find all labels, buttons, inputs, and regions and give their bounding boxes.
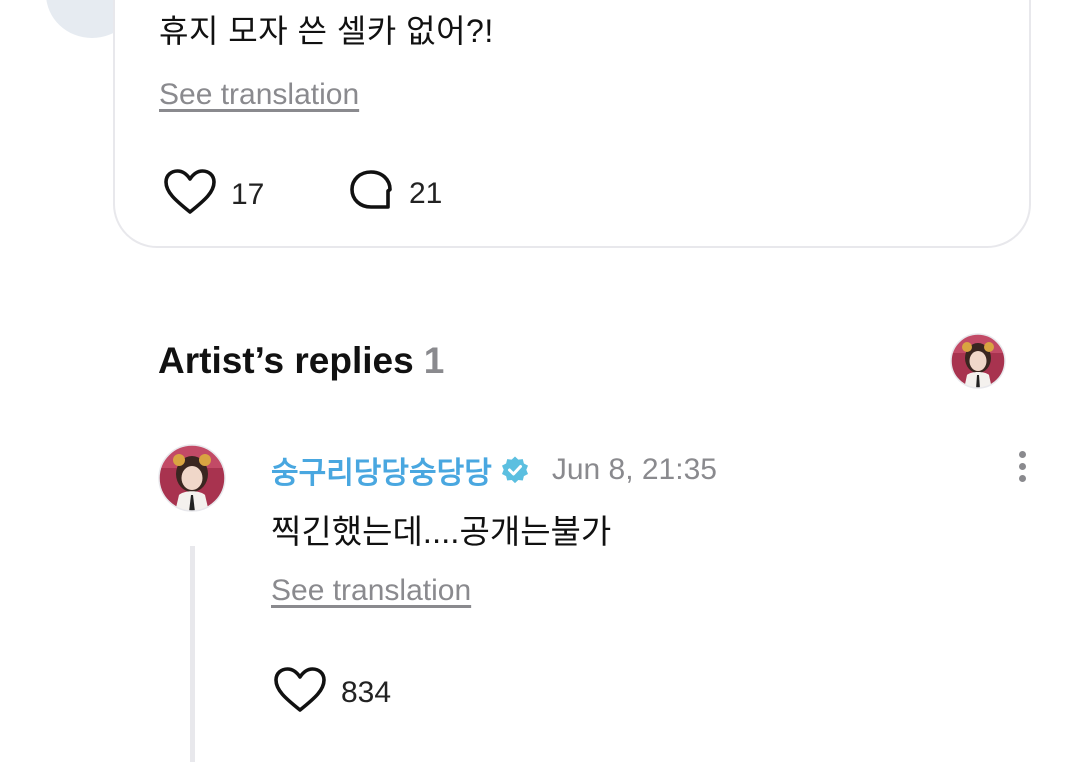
like-count: 17 <box>231 177 265 211</box>
reply-timestamp: Jun 8, 21:35 <box>551 453 717 486</box>
fan-post-card: 휴지 모자 쓴 셀카 없어?! See translation 17 21 <box>113 0 1031 248</box>
reply-thread-line <box>190 546 195 762</box>
comment-button[interactable]: 21 <box>347 168 442 219</box>
heart-outline-icon <box>273 666 327 719</box>
artist-replies-title: Artist’s replies <box>158 340 414 381</box>
verified-badge-icon <box>500 455 530 485</box>
more-options-button[interactable] <box>1008 448 1036 488</box>
heart-outline-icon <box>163 168 217 221</box>
more-vertical-icon-dot <box>1018 475 1026 482</box>
artist-name[interactable]: 숭구리당당숭당당 <box>271 448 492 492</box>
artist-avatar-small[interactable] <box>950 333 1006 389</box>
post-detail-screen: 휴지 모자 쓴 셀카 없어?! See translation 17 21 Ar… <box>0 0 1080 762</box>
reply-like-count: 834 <box>341 675 392 709</box>
more-vertical-icon-dot <box>1018 463 1026 470</box>
more-vertical-icon <box>1018 451 1026 458</box>
see-translation-link[interactable]: See translation <box>159 78 359 112</box>
like-button[interactable]: 17 <box>163 168 264 221</box>
speech-bubble-icon <box>347 168 395 219</box>
reply-see-translation-link[interactable]: See translation <box>271 574 471 608</box>
reply-text: 찍긴했는데....공개는불가 <box>271 513 612 550</box>
artist-avatar[interactable] <box>158 444 226 512</box>
artist-replies-count: 1 <box>423 340 445 381</box>
reply-like-button[interactable]: 834 <box>273 666 391 719</box>
artist-replies-heading: Artist’s replies 1 <box>158 340 444 382</box>
reply-header: 숭구리당당숭당당 Jun 8, 21:35 <box>271 448 717 492</box>
fan-post-text: 휴지 모자 쓴 셀카 없어?! <box>159 13 494 49</box>
comment-count: 21 <box>409 176 443 210</box>
